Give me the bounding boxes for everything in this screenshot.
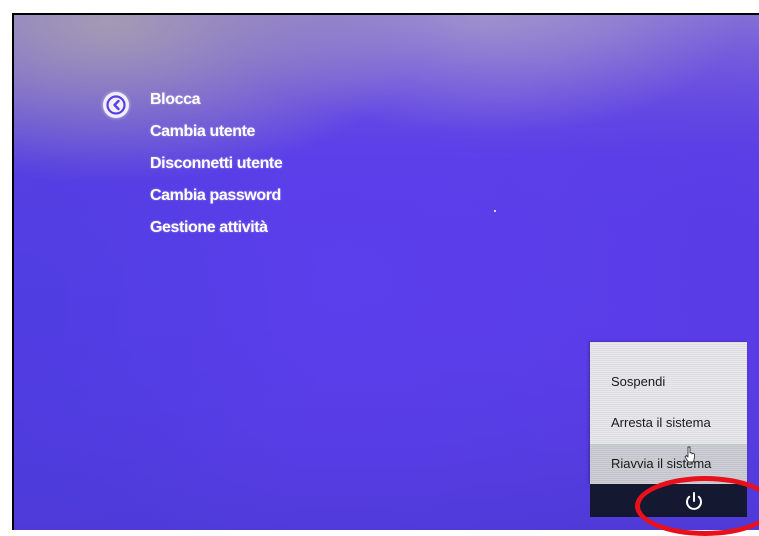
- power-item-sleep[interactable]: Sospendi: [590, 362, 747, 402]
- menu-item-task-manager[interactable]: Gestione attività: [150, 212, 282, 244]
- back-button[interactable]: [103, 92, 129, 118]
- screen-glare-dot: [494, 210, 496, 212]
- power-icon: [686, 492, 702, 510]
- ctrl-alt-del-menu: Blocca Cambia utente Disconnetti utente …: [150, 84, 283, 244]
- back-arrow-icon: [106, 95, 126, 115]
- power-item-shut-down[interactable]: Arresta il sistema: [590, 403, 747, 443]
- menu-item-lock[interactable]: Blocca: [150, 84, 282, 116]
- menu-item-switch-user[interactable]: Cambia utente: [150, 116, 282, 148]
- menu-item-sign-out[interactable]: Disconnetti utente: [150, 148, 283, 180]
- power-item-restart[interactable]: Riavvia il sistema: [590, 444, 747, 484]
- menu-item-change-password[interactable]: Cambia password: [150, 180, 282, 212]
- power-button[interactable]: [680, 487, 708, 515]
- mouse-cursor-icon: [684, 446, 695, 463]
- power-options-menu: Sospendi Arresta il sistema Riavvia il s…: [590, 342, 747, 484]
- power-bar: [590, 484, 747, 517]
